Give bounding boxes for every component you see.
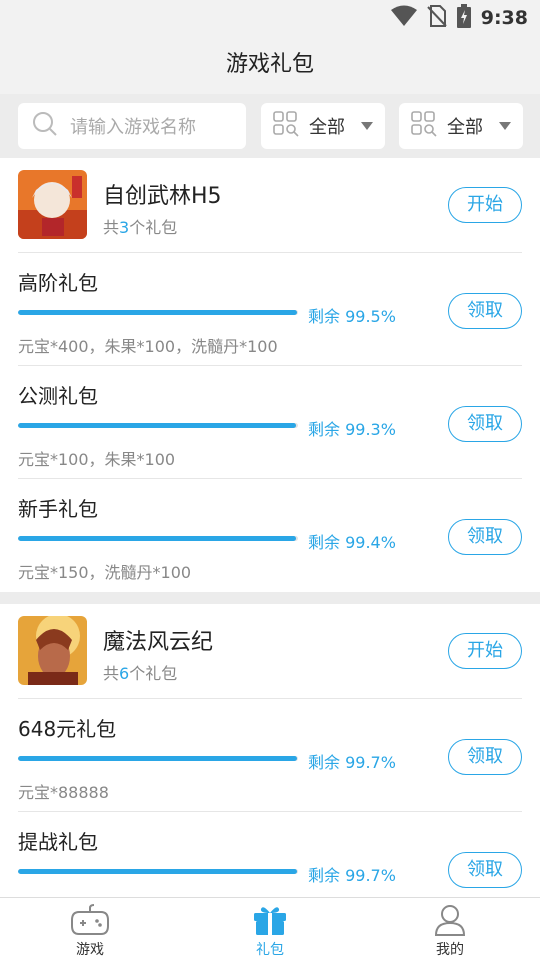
- remaining-percent: 剩余 99.3%: [308, 420, 396, 439]
- gift-content: 元宝*100，朱果*100: [18, 450, 176, 469]
- nav-profile-label: 我的: [436, 942, 464, 958]
- gift-count: 共6个礼包: [103, 664, 178, 683]
- category-dropdown-label: 全部: [309, 117, 345, 138]
- gamepad-icon: [71, 904, 109, 940]
- gift-item: 提战礼包 剩余 99.7% 领取: [18, 812, 522, 897]
- grid-search-icon: [411, 111, 437, 141]
- game-header[interactable]: 魔法风云纪 共6个礼包 开始: [18, 604, 522, 699]
- search-input[interactable]: 请输入游戏名称: [18, 103, 246, 149]
- type-dropdown[interactable]: 全部: [399, 103, 523, 149]
- gift-name: 高阶礼包: [18, 271, 98, 295]
- claim-button[interactable]: 领取: [448, 293, 522, 329]
- gift-icon: [253, 904, 287, 940]
- gift-item: 公测礼包 剩余 99.3% 元宝*100，朱果*100 领取: [18, 366, 522, 479]
- user-icon: [434, 904, 466, 940]
- game-name: 魔法风云纪: [103, 630, 214, 655]
- filter-bar: 请输入游戏名称 全部 全部: [0, 94, 540, 158]
- game-icon-mofa: [18, 616, 87, 685]
- clock: 9:38: [480, 7, 528, 29]
- claim-button[interactable]: 领取: [448, 519, 522, 555]
- gift-list[interactable]: 自创武林H5 共3个礼包 开始 高阶礼包 剩余 99.5% 元宝*400，朱果*…: [0, 158, 540, 897]
- remaining-percent: 剩余 99.5%: [308, 307, 396, 326]
- start-button[interactable]: 开始: [448, 187, 522, 223]
- section-divider: [0, 592, 540, 604]
- remaining-progress-bar: [18, 310, 298, 315]
- gift-name: 提战礼包: [18, 830, 98, 854]
- claim-button[interactable]: 领取: [448, 739, 522, 775]
- start-button[interactable]: 开始: [448, 633, 522, 669]
- claim-button[interactable]: 领取: [448, 406, 522, 442]
- chevron-down-icon: [499, 122, 511, 130]
- page-title: 游戏礼包: [0, 36, 540, 94]
- remaining-progress-bar: [18, 536, 298, 541]
- gift-content: 元宝*88888: [18, 783, 109, 802]
- nav-games-label: 游戏: [76, 942, 104, 958]
- nav-games[interactable]: 游戏: [0, 898, 180, 960]
- nav-gifts-label: 礼包: [256, 942, 284, 958]
- gift-count: 共3个礼包: [103, 218, 178, 237]
- claim-button[interactable]: 领取: [448, 852, 522, 888]
- category-dropdown[interactable]: 全部: [261, 103, 385, 149]
- gift-name: 新手礼包: [18, 497, 98, 521]
- nav-profile[interactable]: 我的: [360, 898, 540, 960]
- game-name: 自创武林H5: [103, 184, 222, 209]
- gift-item: 新手礼包 剩余 99.4% 元宝*150，洗髓丹*100 领取: [18, 479, 522, 592]
- gift-item: 648元礼包 剩余 99.7% 元宝*88888 领取: [18, 699, 522, 812]
- remaining-percent: 剩余 99.4%: [308, 533, 396, 552]
- remaining-progress-bar: [18, 869, 298, 874]
- search-placeholder: 请输入游戏名称: [70, 117, 196, 138]
- gift-content: 元宝*400，朱果*100，洗髓丹*100: [18, 337, 278, 356]
- no-sim-icon: [427, 5, 447, 31]
- search-icon: [32, 111, 58, 141]
- gift-content: 元宝*150，洗髓丹*100: [18, 563, 192, 582]
- wifi-icon: [390, 5, 417, 31]
- remaining-percent: 剩余 99.7%: [308, 866, 396, 885]
- type-dropdown-label: 全部: [447, 117, 483, 138]
- game-card: 自创武林H5 共3个礼包 开始 高阶礼包 剩余 99.5% 元宝*400，朱果*…: [0, 158, 540, 592]
- remaining-progress-bar: [18, 756, 298, 761]
- nav-gifts[interactable]: 礼包: [180, 898, 360, 960]
- game-header[interactable]: 自创武林H5 共3个礼包 开始: [18, 158, 522, 253]
- grid-search-icon: [273, 111, 299, 141]
- status-bar: 9:38: [0, 0, 540, 36]
- remaining-progress-bar: [18, 423, 298, 428]
- remaining-percent: 剩余 99.7%: [308, 753, 396, 772]
- chevron-down-icon: [361, 122, 373, 130]
- gift-item: 高阶礼包 剩余 99.5% 元宝*400，朱果*100，洗髓丹*100 领取: [18, 253, 522, 366]
- gift-name: 648元礼包: [18, 717, 117, 741]
- bottom-nav: 游戏 礼包 我的: [0, 897, 540, 960]
- battery-charging-icon: [456, 4, 471, 32]
- game-icon-wulin: [18, 170, 87, 239]
- gift-name: 公测礼包: [18, 384, 98, 408]
- game-card: 魔法风云纪 共6个礼包 开始 648元礼包 剩余 99.7% 元宝*88888 …: [0, 604, 540, 897]
